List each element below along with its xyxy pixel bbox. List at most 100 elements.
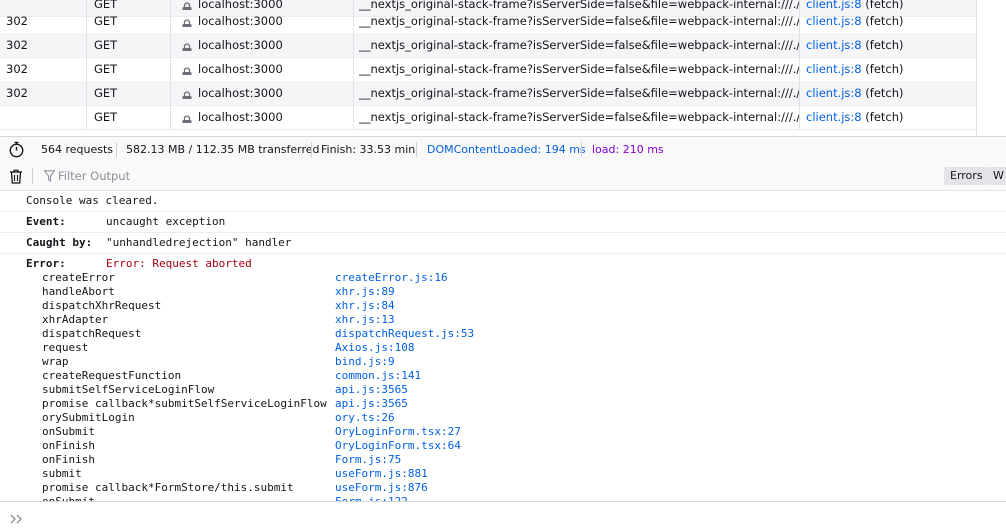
- lock-icon: [181, 63, 193, 75]
- caught-by-message: Caught by: "unhandledrejection" handler: [0, 233, 1006, 254]
- stack-frame: orySubmitLogin ory.ts:26: [0, 411, 1006, 425]
- lock-icon: [181, 111, 193, 123]
- stack-frame-location-link[interactable]: xhr.js:13: [335, 313, 395, 326]
- stack-frame-location-link[interactable]: xhr.js:84: [335, 299, 395, 312]
- request-status: 302: [6, 38, 28, 52]
- request-initiator: client.js:8 (fetch): [806, 105, 974, 129]
- stack-frame-location-link[interactable]: xhr.js:89: [335, 285, 395, 298]
- event-value: uncaught exception: [106, 215, 226, 228]
- network-request-row[interactable]: 302 GET localhost:3000 __nextjs_original-st…: [0, 57, 976, 82]
- lock-icon: [181, 39, 193, 51]
- request-domain: localhost:3000: [198, 14, 283, 28]
- request-file: __nextjs_original-stack-frame?isServerSi…: [359, 14, 799, 28]
- stack-frame-location-link[interactable]: createError.js:16: [335, 271, 448, 284]
- initiator-link[interactable]: client.js:8: [806, 86, 862, 100]
- request-status: [6, 105, 66, 129]
- stack-frame: onFinish OryLoginForm.tsx:64: [0, 439, 1006, 453]
- stack-frame-function: createRequestFunction: [42, 369, 182, 382]
- stack-frame: onSubmit OryLoginForm.tsx:27: [0, 425, 1006, 439]
- stack-frame-location-link[interactable]: api.js:3565: [335, 397, 408, 410]
- stack-frame-location-link[interactable]: common.js:141: [335, 369, 421, 382]
- stack-frame-function: wrap: [42, 355, 69, 368]
- stack-frame-location-link[interactable]: Form.js:75: [335, 453, 401, 466]
- console-cleared-message: Console was cleared.: [0, 191, 1006, 212]
- request-method: GET: [94, 38, 118, 52]
- stack-frame-location-link[interactable]: bind.js:9: [335, 355, 395, 368]
- stack-frame-function: createError: [42, 271, 115, 284]
- stack-frame: dispatchXhrRequest xhr.js:84: [0, 299, 1006, 313]
- request-initiator: client.js:8 (fetch): [806, 33, 974, 57]
- stack-frame: dispatchRequest dispatchRequest.js:53: [0, 327, 1006, 341]
- stack-frame-location-link[interactable]: useForm.js:876: [335, 481, 428, 494]
- stack-frame-function: dispatchXhrRequest: [42, 299, 162, 312]
- network-request-row[interactable]: GET localhost:3000 __nextjs_original-stack…: [0, 105, 976, 130]
- caught-by-label: Caught by:: [26, 236, 93, 249]
- dom-content-loaded-time: DOMContentLoaded: 194 ms: [427, 143, 586, 156]
- event-message: Event: uncaught exception: [0, 212, 1006, 233]
- stack-frame-location-link[interactable]: OryLoginForm.tsx:27: [335, 425, 461, 438]
- stack-frame: createError createError.js:16: [0, 271, 1006, 285]
- request-file: __nextjs_original-stack-frame?isServerSi…: [359, 38, 799, 52]
- stack-frame-function: request: [42, 341, 89, 354]
- request-file: __nextjs_original-stack-frame?isServerSi…: [359, 62, 799, 76]
- finish-time: Finish: 33.53 min: [321, 143, 416, 156]
- stack-frame: request Axios.js:108: [0, 341, 1006, 355]
- request-status: 302: [6, 86, 28, 100]
- error-message: Error: Error: Request aborted createErro…: [0, 254, 1006, 501]
- request-domain: localhost:3000: [198, 86, 283, 100]
- stack-frame-function: promise callback*FormStore/this.submit: [42, 481, 294, 494]
- error-value: Error: Request aborted: [106, 257, 252, 270]
- stack-frame: createRequestFunction common.js:141: [0, 369, 1006, 383]
- stack-frame-location-link[interactable]: api.js:3565: [335, 383, 408, 396]
- stack-frame-function: submitSelfServiceLoginFlow: [42, 383, 215, 396]
- request-method: GET: [94, 14, 118, 28]
- network-request-row[interactable]: 302 GET localhost:3000 __nextjs_original-st…: [0, 33, 976, 58]
- stack-frame-location-link[interactable]: OryLoginForm.tsx:64: [335, 439, 461, 452]
- initiator-type: (fetch): [865, 110, 904, 124]
- stopwatch-icon[interactable]: [8, 141, 25, 158]
- stack-frame: wrap bind.js:9: [0, 355, 1006, 369]
- filter-icon: [43, 170, 56, 183]
- initiator-link[interactable]: client.js:8: [806, 14, 862, 28]
- console-toolbar: Errors W: [0, 162, 1006, 191]
- stack-frame-function: promise callback*submitSelfServiceLoginF…: [42, 397, 327, 410]
- request-status: 302: [6, 62, 28, 76]
- initiator-link[interactable]: client.js:8: [806, 38, 862, 52]
- request-domain: localhost:3000: [198, 62, 283, 76]
- stack-frame-location-link[interactable]: Axios.js:108: [335, 341, 414, 354]
- request-method: GET: [94, 110, 118, 124]
- stack-frame: submitSelfServiceLoginFlow api.js:3565: [0, 383, 1006, 397]
- request-file: __nextjs_original-stack-frame?isServerSi…: [359, 110, 799, 124]
- stack-frame-function: handleAbort: [42, 285, 115, 298]
- request-initiator: client.js:8 (fetch): [806, 81, 974, 105]
- event-label: Event:: [26, 215, 66, 228]
- stack-frame: xhrAdapter xhr.js:13: [0, 313, 1006, 327]
- request-domain: localhost:3000: [198, 110, 283, 124]
- stack-frame: promise callback*submitSelfServiceLoginF…: [0, 397, 1006, 411]
- network-request-table: GET localhost:3000 __nextjs_original-stack…: [0, 0, 1006, 136]
- stack-frame-function: orySubmitLogin: [42, 411, 135, 424]
- stack-frame-location-link[interactable]: useForm.js:881: [335, 467, 428, 480]
- lock-icon: [181, 87, 193, 99]
- stack-frame: onFinish Form.js:75: [0, 453, 1006, 467]
- request-file: __nextjs_original-stack-frame?isServerSi…: [359, 86, 799, 100]
- request-count: 564 requests: [41, 143, 114, 156]
- filter-output-input[interactable]: [56, 166, 460, 186]
- trash-icon[interactable]: [9, 169, 23, 184]
- request-status: 302: [6, 14, 28, 28]
- transferred-size: 582.13 MB / 112.35 MB transferred: [126, 143, 320, 156]
- errors-filter-button[interactable]: Errors: [944, 167, 989, 185]
- console-input[interactable]: [0, 501, 1006, 527]
- network-request-row[interactable]: 302 GET localhost:3000 __nextjs_original-st…: [0, 9, 976, 34]
- request-initiator: client.js:8 (fetch): [806, 57, 974, 81]
- warnings-filter-button[interactable]: W: [989, 167, 1006, 185]
- stack-frame-location-link[interactable]: ory.ts:26: [335, 411, 395, 424]
- stack-frame-location-link[interactable]: dispatchRequest.js:53: [335, 327, 474, 340]
- stack-frame-function: submit: [42, 467, 82, 480]
- stack-frame-function: onFinish: [42, 439, 95, 452]
- initiator-type: (fetch): [865, 38, 904, 52]
- initiator-link[interactable]: client.js:8: [806, 110, 862, 124]
- initiator-link[interactable]: client.js:8: [806, 62, 862, 76]
- network-request-row[interactable]: 302 GET localhost:3000 __nextjs_original-st…: [0, 81, 976, 106]
- initiator-type: (fetch): [865, 62, 904, 76]
